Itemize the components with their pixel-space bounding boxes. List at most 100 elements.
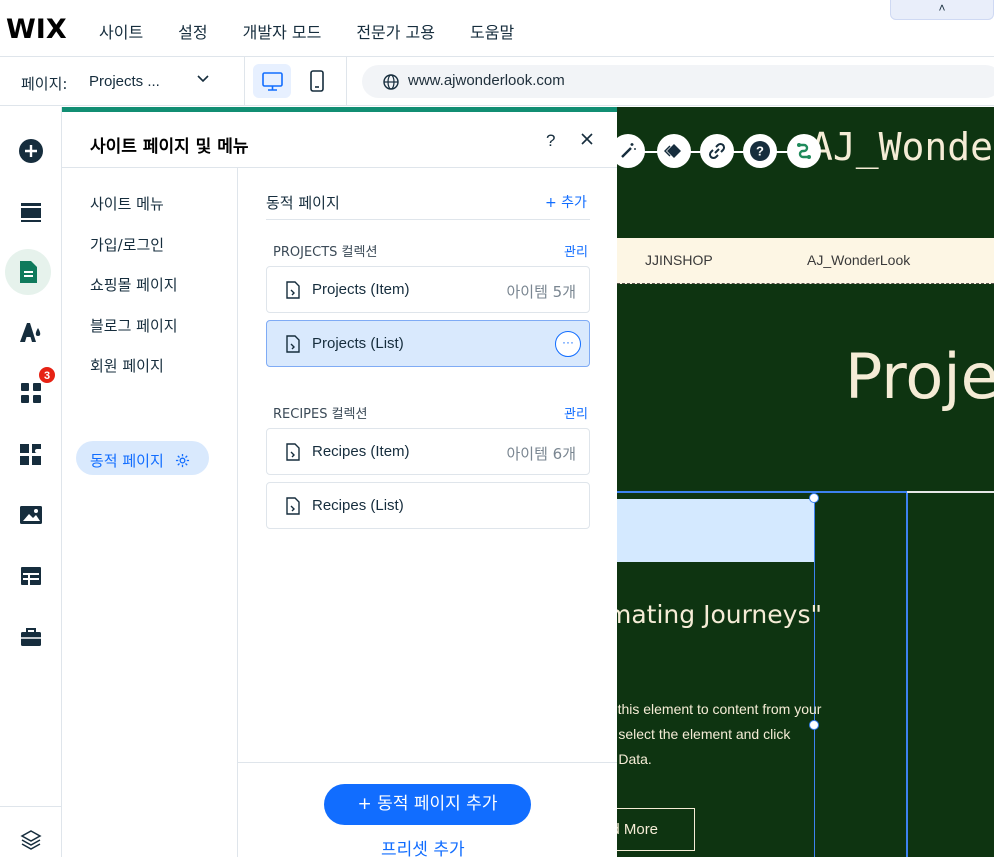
item-count: 아이템 5개 xyxy=(506,283,576,301)
divider xyxy=(0,806,62,807)
read-more-button[interactable]: ad More xyxy=(617,808,695,851)
chevron-down-icon[interactable] xyxy=(196,71,210,88)
wix-logo[interactable]: WIX xyxy=(6,14,67,45)
collapse-toolbar-button[interactable]: ˄ xyxy=(890,0,994,20)
connect-data-button[interactable] xyxy=(787,134,821,168)
design-button[interactable] xyxy=(6,309,56,355)
nav-item-dynamic-pages[interactable]: 동적 페이지 xyxy=(90,450,190,472)
media-button[interactable] xyxy=(6,492,56,538)
link-button[interactable] xyxy=(700,134,734,168)
menu-dev-mode[interactable]: 개발자 모드 xyxy=(243,19,322,43)
site-nav-strip[interactable]: JJINSHOP AJ_WonderLook xyxy=(617,238,994,284)
panel-content: 동적 페이지 + 추가 PROJECTS 컬렉션 관리 Projects (It… xyxy=(238,168,617,762)
site-nav-item[interactable]: AJ_WonderLook xyxy=(807,252,910,268)
nav-item-member-pages[interactable]: 회원 페이지 xyxy=(90,355,164,376)
panel-nav: 사이트 메뉴 가입/로그인 쇼핑몰 페이지 블로그 페이지 회원 페이지 동적 … xyxy=(62,168,238,857)
divider xyxy=(244,57,245,106)
site-url: www.ajwonderlook.com xyxy=(408,72,565,89)
manage-collection-link[interactable]: 관리 xyxy=(564,403,588,422)
add-preset-link[interactable]: 프리셋 추가 xyxy=(381,835,465,857)
body-line: ect this element to content from your xyxy=(617,701,822,717)
add-elements-button[interactable] xyxy=(6,128,56,174)
add-icon xyxy=(19,139,43,163)
cms-icon xyxy=(21,567,41,585)
nav-item-store-pages[interactable]: 쇼핑몰 페이지 xyxy=(90,274,178,295)
globe-icon xyxy=(382,73,400,96)
menu-site[interactable]: 사이트 xyxy=(99,19,143,43)
connect-data-icon xyxy=(797,143,811,159)
site-pages-panel: 사이트 페이지 및 메뉴 ? 사이트 메뉴 가입/로그인 쇼핑몰 페이지 블로그… xyxy=(62,107,617,857)
selected-element[interactable] xyxy=(617,499,814,562)
business-apps-icon xyxy=(20,444,41,465)
dynamic-page-row[interactable]: Projects (Item) 아이템 5개 xyxy=(266,266,590,313)
nav-item-blog-pages[interactable]: 블로그 페이지 xyxy=(90,315,178,336)
portfolio-icon xyxy=(21,628,41,646)
divider xyxy=(346,57,347,106)
dynamic-page-row[interactable]: Projects (List) ··· xyxy=(266,320,590,367)
page-heading[interactable]: Projec xyxy=(845,340,994,413)
item-body-text[interactable]: ect this element to content from your on… xyxy=(617,697,821,772)
dynamic-page-icon xyxy=(285,497,301,520)
nav-item-label: 동적 페이지 xyxy=(90,452,164,470)
body-line: on, select the element and click xyxy=(617,726,791,742)
mobile-icon xyxy=(310,70,324,92)
question-icon[interactable]: ? xyxy=(546,131,555,151)
menu-help[interactable]: 도움말 xyxy=(470,19,514,43)
item-count: 아이템 6개 xyxy=(506,445,576,463)
site-canvas[interactable]: AJ_Wonde ? JJINSHOP AJ_WonderLook Projec… xyxy=(617,107,994,857)
help-icon: ? xyxy=(750,141,770,161)
apps-notification-badge: 3 xyxy=(38,366,56,384)
resize-handle[interactable] xyxy=(809,493,819,503)
selection-guide xyxy=(814,499,815,857)
page-row-label: Recipes (Item) xyxy=(312,443,410,460)
media-icon xyxy=(20,506,42,524)
animation-icon xyxy=(664,144,681,158)
sections-button[interactable] xyxy=(6,189,56,235)
panel-footer: + 동적 페이지 추가 프리셋 추가 xyxy=(238,762,617,857)
menu-hire-expert[interactable]: 전문가 고용 xyxy=(356,19,435,43)
sections-icon xyxy=(21,203,41,222)
ai-magic-button[interactable] xyxy=(617,134,645,168)
selection-guide xyxy=(906,493,908,857)
close-icon[interactable] xyxy=(580,129,594,152)
add-dynamic-page-button[interactable]: + 동적 페이지 추가 xyxy=(324,784,531,825)
svg-text:?: ? xyxy=(756,144,764,159)
more-actions-button[interactable]: ··· xyxy=(555,331,581,357)
dynamic-page-row[interactable]: Recipes (List) xyxy=(266,482,590,529)
magic-wand-icon xyxy=(621,143,636,158)
dynamic-page-icon xyxy=(285,335,301,358)
collection-label: RECIPES 컬렉션 xyxy=(273,407,368,422)
mobile-view-button[interactable] xyxy=(300,64,334,98)
layers-button[interactable] xyxy=(6,817,56,857)
url-bar[interactable]: www.ajwonderlook.com xyxy=(362,65,994,98)
dynamic-page-row[interactable]: Recipes (Item) 아이템 6개 xyxy=(266,428,590,475)
link-icon xyxy=(708,142,726,160)
add-dynamic-page-link[interactable]: + 추가 xyxy=(545,192,587,212)
site-nav-item[interactable]: JJINSHOP xyxy=(645,252,713,268)
pages-button[interactable] xyxy=(5,249,51,295)
section-title: 동적 페이지 xyxy=(266,194,340,212)
page-bar: 페이지: Projects ... www.ajwonderlook.com xyxy=(0,57,994,106)
page-selector[interactable]: Projects ... xyxy=(89,73,160,90)
chevron-up-icon: ˄ xyxy=(938,1,946,15)
dynamic-page-icon xyxy=(285,281,301,304)
nav-item-signup-login[interactable]: 가입/로그인 xyxy=(90,234,164,255)
menu-settings[interactable]: 설정 xyxy=(178,19,207,43)
layers-icon xyxy=(20,830,42,850)
portfolio-button[interactable] xyxy=(6,614,56,660)
animation-button[interactable] xyxy=(657,134,691,168)
item-heading[interactable]: mating Journeys" xyxy=(617,600,822,629)
desktop-icon xyxy=(262,72,283,91)
design-icon xyxy=(20,323,41,342)
selection-guide xyxy=(907,491,994,493)
site-title-text[interactable]: AJ_Wonde xyxy=(810,125,993,169)
desktop-view-button[interactable] xyxy=(253,64,291,98)
business-apps-button[interactable] xyxy=(6,432,56,478)
gear-icon[interactable] xyxy=(175,453,190,472)
page-row-label: Projects (Item) xyxy=(312,281,410,298)
help-button[interactable]: ? xyxy=(743,134,777,168)
panel-title: 사이트 페이지 및 메뉴 xyxy=(90,137,249,157)
nav-item-site-menu[interactable]: 사이트 메뉴 xyxy=(90,193,164,214)
manage-collection-link[interactable]: 관리 xyxy=(564,241,588,260)
cms-button[interactable] xyxy=(6,553,56,599)
